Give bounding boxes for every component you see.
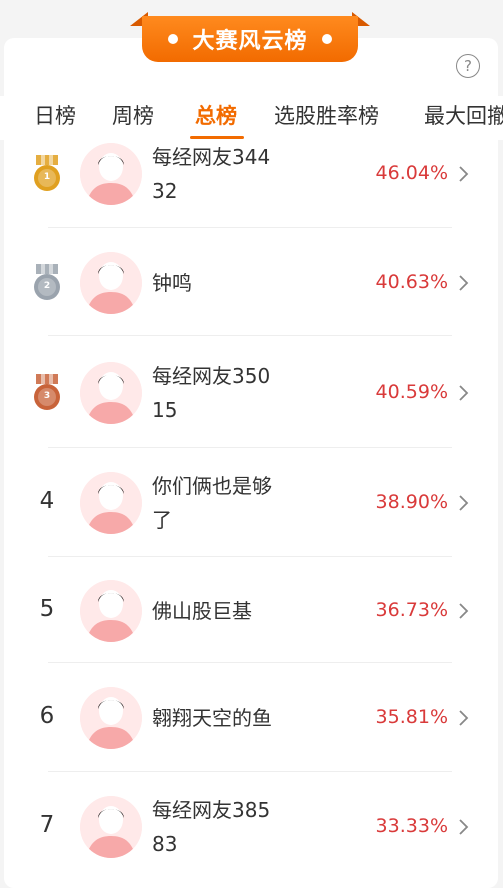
ranking-row[interactable]: 5 佛山股巨基 36.73% — [0, 558, 503, 663]
active-tab-indicator — [190, 136, 244, 139]
row-divider — [48, 227, 452, 228]
banner-body: 大赛风云榜 — [142, 16, 358, 62]
chevron-right-icon[interactable] — [455, 494, 471, 511]
chevron-right-icon[interactable] — [455, 274, 471, 291]
row-divider — [48, 771, 452, 772]
row-divider — [48, 447, 452, 448]
return-percentage: 40.63% — [375, 270, 448, 293]
avatar — [80, 251, 142, 314]
rank-number: 4 — [39, 488, 55, 514]
tab-stock-win-rate[interactable]: 选股胜率榜 — [274, 100, 379, 130]
avatar — [80, 362, 142, 424]
return-percentage: 36.73% — [375, 598, 448, 621]
chevron-right-icon[interactable] — [455, 602, 471, 619]
tab-bar: 日榜 周榜 总榜 选股胜率榜 最大回撤 — [0, 96, 503, 140]
ranking-row[interactable]: 7 每经网友38583 33.33% — [0, 773, 503, 881]
rank-medal-icon: 3 — [30, 374, 64, 412]
tab-weekly[interactable]: 周榜 — [112, 100, 154, 130]
user-name: 每经网友34432 — [152, 145, 271, 203]
user-name: 翱翔天空的鱼 — [152, 706, 272, 730]
chevron-right-icon[interactable] — [455, 165, 471, 182]
return-percentage: 33.33% — [375, 815, 448, 837]
return-percentage: 35.81% — [375, 706, 448, 728]
rank-medal-icon: 2 — [30, 263, 64, 302]
rank-number: 5 — [39, 595, 55, 622]
rank-number: 7 — [39, 812, 55, 838]
ranking-row[interactable]: 3 每经网友35015 40.59% — [0, 338, 503, 448]
banner-dot-right — [321, 34, 332, 44]
ranking-row[interactable]: 6 翱翔天空的鱼 35.81% — [0, 664, 503, 772]
row-divider — [48, 662, 452, 663]
avatar — [80, 472, 142, 534]
chevron-right-icon[interactable] — [455, 709, 471, 726]
return-percentage: 46.04% — [375, 162, 448, 184]
user-name: 你们俩也是够了 — [152, 474, 272, 532]
row-divider — [48, 556, 452, 557]
rank-medal-number: 1 — [43, 172, 51, 182]
user-name: 佛山股巨基 — [152, 598, 252, 623]
avatar — [80, 579, 142, 642]
chevron-right-icon[interactable] — [455, 384, 471, 401]
tab-daily[interactable]: 日榜 — [34, 100, 76, 130]
user-name: 钟鸣 — [152, 270, 192, 295]
avatar — [80, 796, 142, 858]
return-percentage: 38.90% — [375, 491, 448, 513]
chevron-right-icon[interactable] — [455, 818, 471, 835]
tab-max-drawdown[interactable]: 最大回撤 — [424, 100, 503, 130]
user-name: 每经网友38583 — [152, 798, 271, 856]
return-percentage: 40.59% — [375, 381, 448, 403]
rank-medal-number: 2 — [43, 280, 51, 291]
help-icon[interactable]: ? — [456, 54, 480, 78]
rank-medal-number: 3 — [43, 391, 51, 401]
rank-medal-icon: 1 — [30, 155, 64, 193]
ranking-row[interactable]: 4 你们俩也是够了 38.90% — [0, 449, 503, 557]
avatar — [80, 687, 142, 749]
banner-dot-left — [168, 34, 179, 44]
banner-title: 大赛风云榜 — [192, 29, 308, 54]
avatar — [80, 143, 142, 205]
user-name: 每经网友35015 — [152, 364, 271, 422]
rank-number: 6 — [39, 703, 55, 729]
ranking-row[interactable]: 2 钟鸣 40.63% — [0, 229, 503, 336]
leaderboard-banner: 大赛风云榜 — [130, 12, 370, 64]
row-divider — [48, 335, 452, 336]
tab-overall[interactable]: 总榜 — [195, 100, 237, 130]
